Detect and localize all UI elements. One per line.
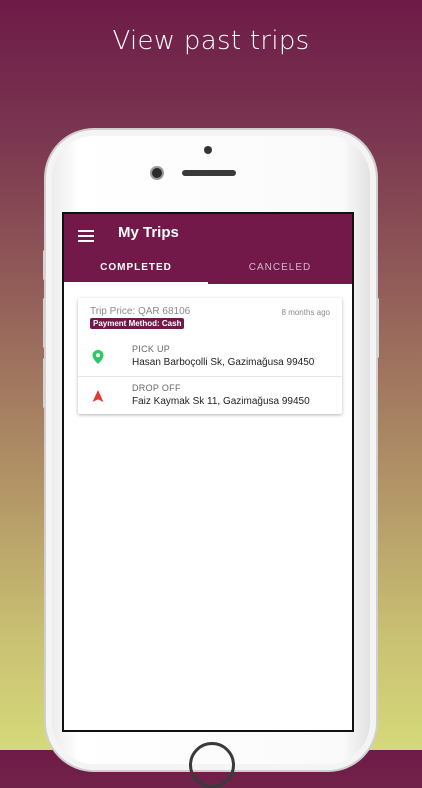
pickup-row: PICK UP Hasan Barboçolli Sk, Gazimağusa … [78,338,342,376]
trip-price: Trip Price: QAR 68106 [90,306,191,317]
dropoff-row: DROP OFF Faiz Kaymak Sk 11, Gazimağusa 9… [78,376,342,415]
phone-camera [152,168,162,178]
dropoff-address: Faiz Kaymak Sk 11, Gazimağusa 99450 [132,396,310,407]
phone-volume-down [43,358,46,408]
phone-sensor [204,146,212,154]
dropoff-label: DROP OFF [132,383,181,393]
map-pin-icon [92,350,104,364]
pickup-address: Hasan Barboçolli Sk, Gazimağusa 99450 [132,357,315,368]
navigation-arrow-icon [92,390,104,402]
tab-completed[interactable]: COMPLETED [64,254,208,284]
phone-volume-up [43,298,46,348]
phone-frame: My Trips COMPLETED CANCELED Trip Price: … [43,130,379,788]
app-screen: My Trips COMPLETED CANCELED Trip Price: … [64,214,352,730]
phone-home-button [189,742,235,788]
phone-side-button [43,250,46,280]
phone-speaker [182,170,236,176]
menu-icon[interactable] [78,230,94,242]
trip-card[interactable]: Trip Price: QAR 68106 8 months ago Payme… [78,298,342,414]
pickup-label: PICK UP [132,344,171,354]
page-title: My Trips [118,224,179,241]
phone-screen: My Trips COMPLETED CANCELED Trip Price: … [62,212,354,732]
app-bar: My Trips COMPLETED CANCELED [64,214,352,284]
phone-power-button [376,298,379,358]
tab-bar: COMPLETED CANCELED [64,254,352,284]
promo-headline: View past trips [112,26,310,56]
trip-time-ago: 8 months ago [281,308,330,317]
payment-method-badge: Payment Method: Cash [90,318,185,329]
tab-canceled[interactable]: CANCELED [208,254,352,284]
